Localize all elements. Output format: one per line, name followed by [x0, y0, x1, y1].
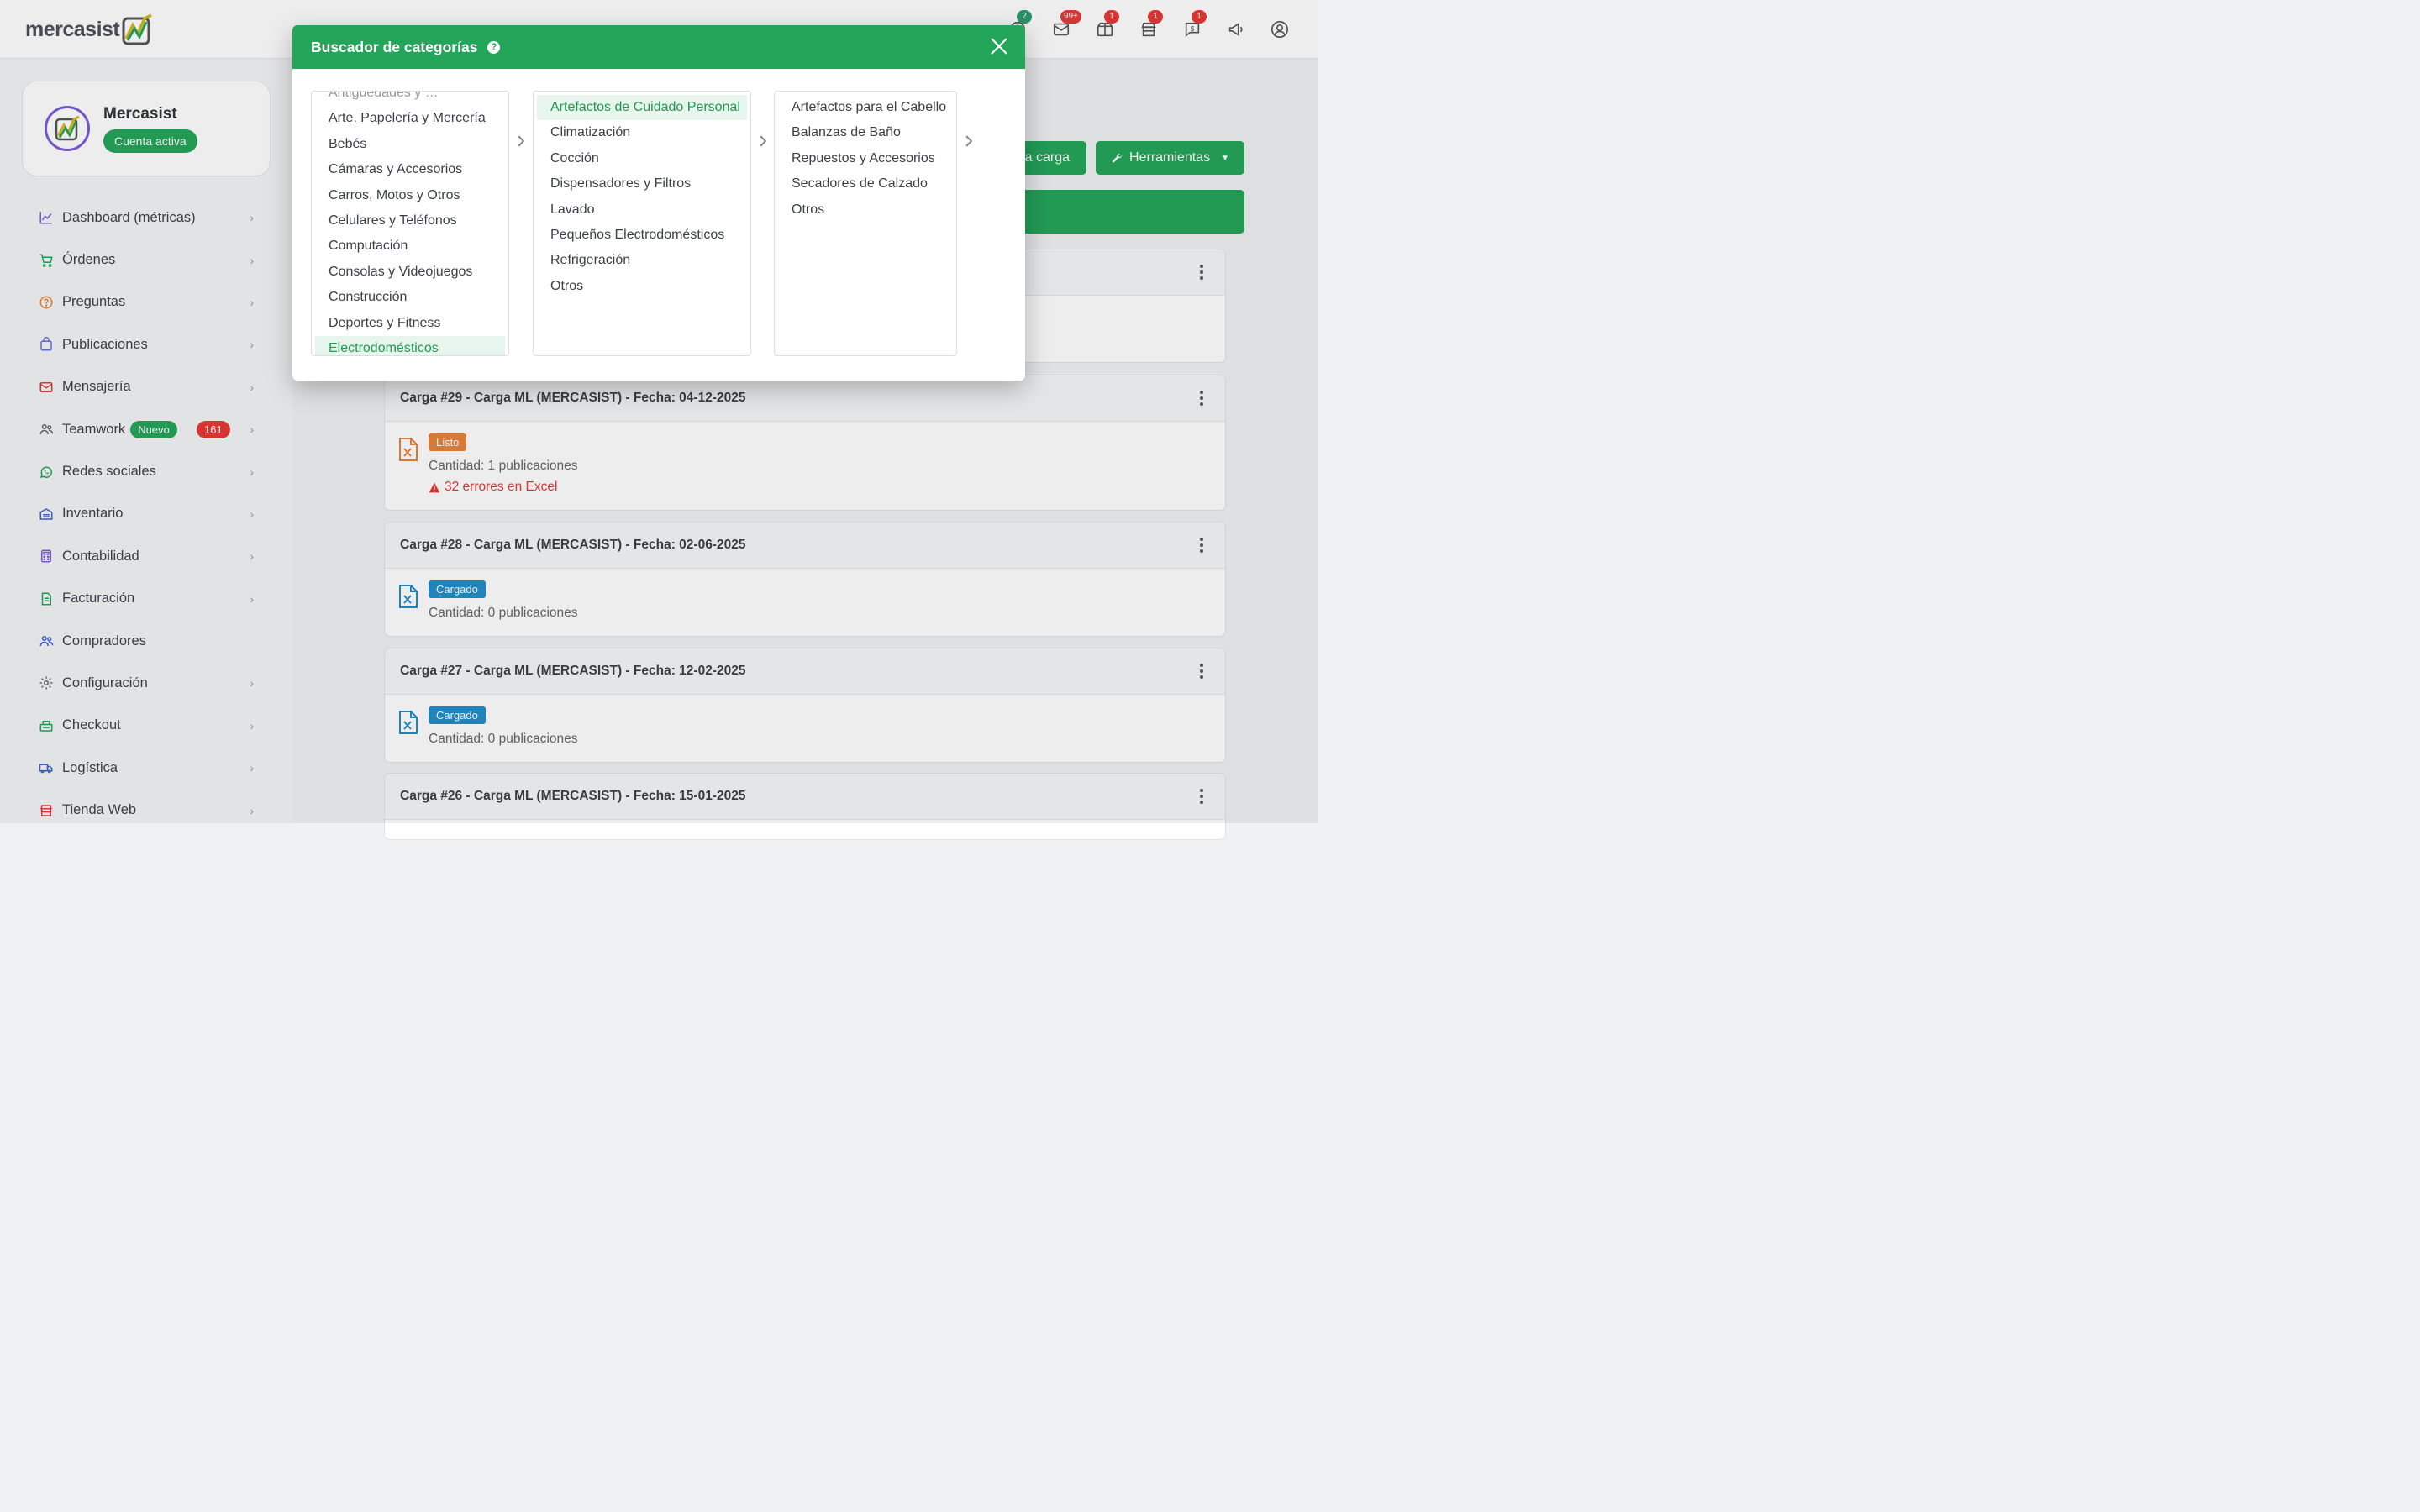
category-item-selected[interactable]: Electrodomésticos: [315, 335, 505, 355]
category-item[interactable]: Pequeños Electrodomésticos: [537, 223, 747, 248]
category-item[interactable]: Deportes y Fitness: [315, 311, 505, 336]
chevron-right-icon: [518, 135, 525, 147]
chevron-right-icon: [965, 135, 973, 147]
category-item[interactable]: Otros: [537, 274, 747, 299]
modal-header: Buscador de categorías ?: [292, 25, 1025, 69]
category-item[interactable]: Dispensadores y Filtros: [537, 171, 747, 197]
close-icon[interactable]: [990, 37, 1008, 55]
chevron-right-icon: [760, 135, 767, 147]
category-item[interactable]: Secadores de Calzado: [778, 171, 953, 197]
category-item[interactable]: Arte, Papelería y Mercería: [315, 106, 505, 131]
category-item[interactable]: Celulares y Teléfonos: [315, 208, 505, 234]
category-column-level-3[interactable]: Artefactos para el Cabello Balanzas de B…: [774, 91, 957, 356]
category-item[interactable]: Lavado: [537, 197, 747, 223]
help-icon[interactable]: ?: [487, 40, 501, 54]
category-item[interactable]: Computación: [315, 234, 505, 259]
category-item[interactable]: Refrigeración: [537, 248, 747, 273]
category-item[interactable]: Cámaras y Accesorios: [315, 157, 505, 182]
category-item[interactable]: Consolas y Videojuegos: [315, 260, 505, 285]
category-item-partial[interactable]: Antigüedades y …: [315, 92, 505, 106]
category-list: Antigüedades y … Arte, Papelería y Merce…: [312, 92, 508, 355]
category-item[interactable]: Cocción: [537, 146, 747, 171]
category-item[interactable]: Repuestos y Accesorios: [778, 146, 953, 171]
category-column-level-2[interactable]: Artefactos de Cuidado Personal Climatiza…: [533, 91, 751, 356]
category-item[interactable]: Climatización: [537, 120, 747, 145]
category-item[interactable]: Bebés: [315, 132, 505, 157]
category-item[interactable]: Construcción: [315, 285, 505, 310]
category-column-level-1[interactable]: Antigüedades y … Arte, Papelería y Merce…: [311, 91, 509, 356]
category-item[interactable]: Otros: [778, 197, 953, 223]
modal-title: Buscador de categorías: [311, 38, 478, 55]
category-item-selected[interactable]: Artefactos de Cuidado Personal: [537, 95, 747, 121]
category-item[interactable]: Carros, Motos y Otros: [315, 183, 505, 208]
category-item[interactable]: Balanzas de Baño: [778, 120, 953, 145]
category-finder-modal: Buscador de categorías ? Antigüedades y …: [292, 25, 1025, 381]
category-item[interactable]: Artefactos para el Cabello: [778, 95, 953, 120]
